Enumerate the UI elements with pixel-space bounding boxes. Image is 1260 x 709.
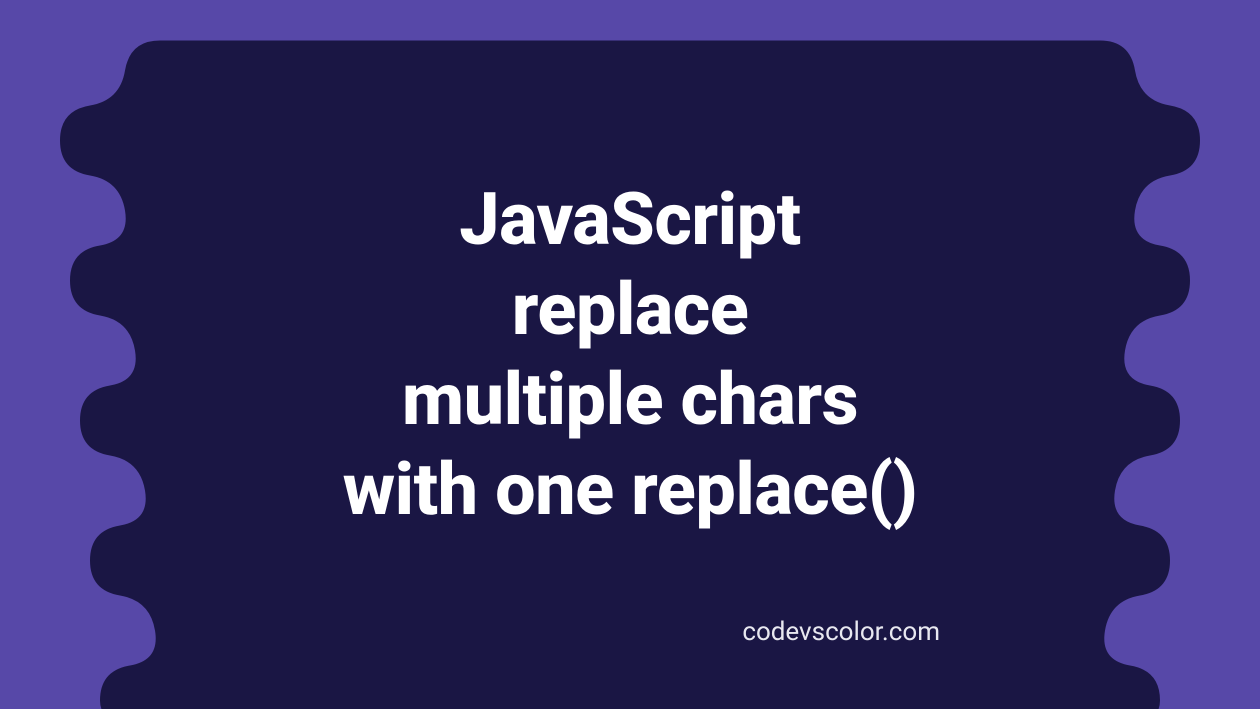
attribution-text: codevscolor.com	[742, 617, 940, 647]
headline-text: JavaScript replace multiple chars with o…	[343, 175, 918, 535]
content-wrapper: JavaScript replace multiple chars with o…	[0, 0, 1260, 709]
